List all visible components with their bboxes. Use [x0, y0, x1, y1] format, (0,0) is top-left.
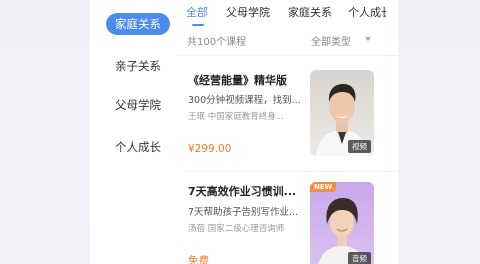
header-divider — [176, 55, 398, 56]
category-tabs: 全部 父母学院 家庭关系 个人成长 — [186, 4, 386, 22]
tab-all[interactable]: 全部 — [186, 4, 208, 22]
course-thumbnail[interactable]: NEW 音频 — [310, 182, 374, 264]
type-filter-dropdown[interactable]: 全部类型 — [311, 33, 351, 48]
course-author: 王珉 中国家庭教育终身... — [188, 112, 284, 122]
course-count: 共100个课程 — [187, 37, 247, 48]
course-price: ¥299.00 — [188, 143, 232, 155]
card-divider — [186, 171, 398, 172]
course-author: 汤蓓 国家二级心理咨询师 — [188, 224, 285, 234]
course-price: 免费 — [188, 255, 209, 264]
sidebar-item-parent-academy[interactable]: 父母学院 — [106, 94, 170, 116]
active-tab-indicator — [192, 24, 204, 26]
tab-family-relations[interactable]: 家庭关系 — [288, 4, 332, 22]
media-type-badge: 音频 — [348, 252, 371, 264]
category-sidebar — [90, 0, 172, 264]
chevron-down-icon[interactable] — [365, 37, 371, 41]
new-badge: NEW — [310, 182, 337, 192]
tab-parent-academy[interactable]: 父母学院 — [226, 4, 270, 22]
course-title[interactable]: 《经营能量》精华版 — [188, 72, 287, 88]
course-title[interactable]: 7天高效作业习惯训... — [188, 183, 296, 199]
sidebar-item-personal-growth[interactable]: 个人成长 — [106, 136, 170, 158]
course-description: 7天帮助孩子告别写作业... — [188, 207, 299, 218]
tab-personal-growth[interactable]: 个人成长 — [348, 4, 386, 22]
course-thumbnail[interactable]: 视频 — [310, 70, 374, 156]
sidebar-item-family-relations[interactable]: 家庭关系 — [106, 13, 170, 35]
media-type-badge: 视频 — [348, 140, 371, 153]
sidebar-item-parent-child[interactable]: 亲子关系 — [106, 55, 170, 77]
course-description: 300分钟视频课程，找到... — [188, 95, 300, 106]
